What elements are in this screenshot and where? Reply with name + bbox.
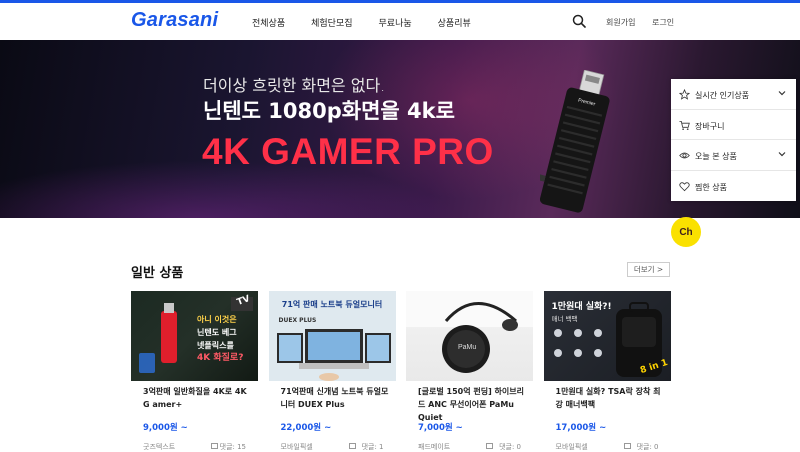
thumb-text: 매너 백팩 (551, 315, 578, 323)
product-seller: 모바일픽셀 (280, 443, 313, 451)
star-icon (679, 89, 690, 100)
product-thumbnail[interactable]: 1만원대 실화?! 매너 백팩 8 in 1 (543, 291, 671, 381)
hero-title: 닌텐도 1080p화면을 4k로 (203, 99, 455, 123)
chevron-down-icon[interactable] (778, 89, 786, 97)
product-card[interactable]: 1만원대 실화?! 매너 백팩 8 in 1 1만원대 실화? TSA락 장착 … (543, 291, 671, 451)
site-header: Garasani 전체상품 체험단모집 무료나눔 상품리뷰 회원가입 로그인 (0, 3, 800, 40)
nav-item-tester-recruit[interactable]: 체험단모집 (311, 16, 352, 29)
chat-icon: Ch (679, 226, 693, 238)
product-list: TV 아니 이것은 닌텐도 베그 넷플릭스를 4K 화질로? 3억판매 일반화질… (131, 291, 681, 451)
quick-item-wishlist[interactable]: 찜한 상품 (671, 171, 796, 202)
section-title: 일반 상품 (131, 266, 184, 281)
cart-icon (679, 120, 690, 130)
more-button[interactable]: 더보기 > (627, 262, 670, 277)
thumb-text: 71억 판매 노트북 듀얼모니터 (281, 300, 383, 309)
login-link[interactable]: 로그인 (652, 17, 674, 28)
product-name[interactable]: 71억판매 신개념 노트북 듀얼모 니터 DUEX Plus (281, 385, 393, 411)
product-image-earbuds (406, 291, 533, 373)
thumb-text: 넷플릭스를 (197, 341, 234, 350)
comment-icon (623, 443, 631, 449)
product-card[interactable]: PaMu [글로벌 150억 펀딩] 하이브리드 ANC 무선이어폰 PaMu … (406, 291, 533, 451)
product-price: 9,000원 ~ (143, 423, 188, 433)
kakao-channel-chat-button[interactable]: Ch (671, 217, 701, 247)
eye-icon (679, 152, 690, 159)
product-comment-count: 댓글: 15 (219, 443, 246, 451)
product-comment-count: 댓글: 0 (499, 443, 521, 451)
hero-headline: 4K GAMER PRO (202, 131, 494, 172)
quick-item-label: 실시간 인기상품 (695, 91, 750, 100)
product-comment-count: 댓글: 1 (361, 443, 384, 451)
product-thumbnail[interactable]: PaMu (406, 291, 533, 381)
site-logo[interactable]: Garasani (131, 9, 218, 32)
quick-item-cart[interactable]: 장바구니 (671, 110, 796, 140)
product-price: 17,000원 ~ (555, 423, 607, 433)
quick-item-label: 장바구니 (695, 121, 725, 131)
product-thumbnail[interactable]: 71억 판매 노트북 듀얼모니터 DUEX PLUS (268, 291, 396, 381)
nav-item-all-products[interactable]: 전체상품 (252, 16, 285, 29)
hdmi-dongle-image: Premier (540, 70, 610, 213)
product-card[interactable]: 71억 판매 노트북 듀얼모니터 DUEX PLUS 71억판매 신개념 노트북… (268, 291, 396, 451)
chevron-down-icon[interactable] (778, 150, 786, 158)
comment-icon (486, 443, 493, 449)
nav-item-product-reviews[interactable]: 상품리뷰 (438, 16, 471, 29)
product-seller: 모바일픽셀 (555, 443, 588, 451)
product-name[interactable]: [글로벌 150억 펀딩] 하이브리드 ANC 무선이어폰 PaMu Quiet (418, 385, 530, 424)
product-seller: 패드메이트 (418, 443, 451, 451)
quick-item-popular[interactable]: 실시간 인기상품 (671, 79, 796, 110)
quick-menu: 실시간 인기상품 장바구니 오늘 본 상품 찜한 상품 (671, 79, 796, 201)
product-name[interactable]: 1만원대 실화? TSA락 장착 최강 매너백팩 (556, 385, 668, 411)
product-comment-count: 댓글: 0 (636, 443, 659, 451)
main-nav: 전체상품 체험단모집 무료나눔 상품리뷰 (252, 16, 497, 29)
thumb-text: PaMu (458, 344, 477, 351)
comment-icon (348, 443, 356, 449)
product-thumbnail[interactable]: TV 아니 이것은 닌텐도 베그 넷플릭스를 4K 화질로? (131, 291, 258, 381)
search-icon[interactable] (572, 14, 586, 28)
quick-item-recently-viewed[interactable]: 오늘 본 상품 (671, 140, 796, 171)
hero-subtitle: 더이상 흐릿한 화면은 없다. (203, 76, 386, 95)
thumb-text: DUEX PLUS (278, 317, 317, 324)
thumb-text: 닌텐도 베그 (197, 328, 237, 337)
thumb-text: 1만원대 실화?! (551, 302, 612, 312)
product-price: 22,000원 ~ (280, 423, 332, 433)
product-card[interactable]: TV 아니 이것은 닌텐도 베그 넷플릭스를 4K 화질로? 3억판매 일반화질… (131, 291, 258, 451)
thumb-text: 아니 이것은 (197, 315, 237, 324)
heart-icon (679, 181, 690, 191)
signup-link[interactable]: 회원가입 (606, 17, 635, 28)
product-price: 7,000원 ~ (418, 423, 463, 433)
quick-item-label: 찜한 상품 (695, 182, 727, 192)
quick-item-label: 오늘 본 상품 (695, 152, 737, 161)
thumb-text: 4K 화질로? (197, 353, 244, 363)
comment-icon (211, 443, 218, 449)
product-seller: 굿즈텍스트 (143, 443, 176, 451)
nav-item-free-giveaway[interactable]: 무료나눔 (379, 16, 412, 29)
product-name[interactable]: 3억판매 일반화질을 4K로 4K G amer+ (143, 385, 255, 411)
